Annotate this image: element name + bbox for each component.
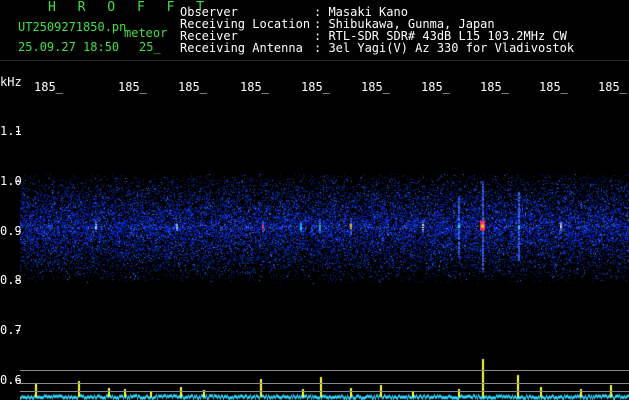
x-tick-label: 185_ xyxy=(421,80,450,94)
info-value-antenna: : 3el Yagi(V) Az 330 for Vladivostok xyxy=(314,41,575,55)
level-reference-line xyxy=(20,391,629,392)
date-time: 25.09.27 18:50 xyxy=(18,40,120,54)
level-reference-line xyxy=(20,383,629,384)
x-tick-label: 185_ xyxy=(240,80,269,94)
x-tick-label: 185_ xyxy=(178,80,207,94)
x-tick-label: 185_ xyxy=(480,80,509,94)
info-label-antenna: Receiving Antenna xyxy=(180,41,303,55)
x-tick-label: 185_ xyxy=(34,80,63,94)
mode-label: meteor xyxy=(124,26,168,40)
y-unit-label: kHz xyxy=(0,75,22,89)
header-divider xyxy=(0,60,629,61)
spectrogram-screen: H R O F F T UT2509271850.pn meteor 25.09… xyxy=(0,0,629,400)
x-tick-label: 185_ xyxy=(118,80,147,94)
frame-number: 25_ xyxy=(139,40,161,54)
file-name: UT2509271850.pn xyxy=(18,20,127,34)
x-tick-label: 185_ xyxy=(598,80,627,94)
x-tick-label: 185_ xyxy=(539,80,568,94)
x-tick-label: 185_ xyxy=(361,80,390,94)
x-tick-label: 185_ xyxy=(301,80,330,94)
level-reference-line xyxy=(20,370,629,371)
spectrogram-canvas xyxy=(20,105,629,400)
